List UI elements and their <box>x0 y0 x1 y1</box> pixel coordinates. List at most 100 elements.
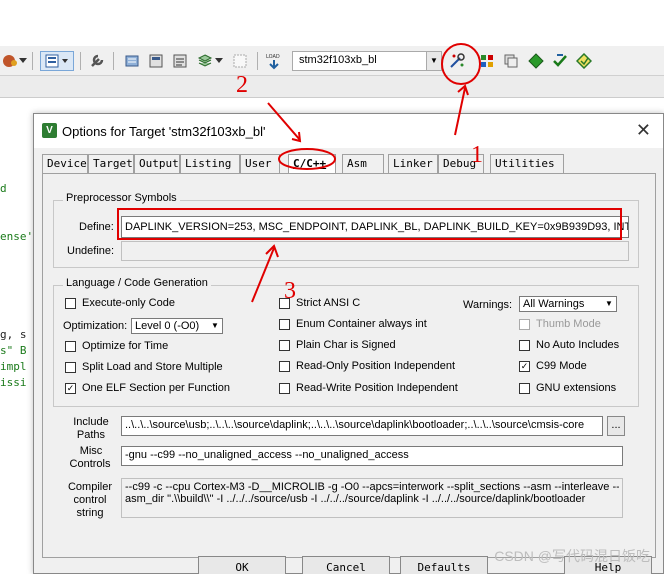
annotation-number: 3 <box>284 278 296 304</box>
batch-icon[interactable] <box>170 51 190 71</box>
optimize-time-checkbox[interactable]: Optimize for Time <box>65 340 168 352</box>
ok-button[interactable]: OK <box>198 556 286 574</box>
controls-label: Controls <box>69 458 111 470</box>
code-line: d <box>0 182 7 195</box>
cancel-button[interactable]: Cancel <box>302 556 390 574</box>
c99-mode-checkbox[interactable]: ✓ C99 Mode <box>519 360 587 372</box>
one-elf-checkbox[interactable]: ✓ One ELF Section per Function <box>65 382 230 394</box>
warnings-select[interactable]: All Warnings ▼ <box>519 296 617 312</box>
host-tabbar <box>0 76 664 98</box>
include-paths-input[interactable]: ..\..\..\source\usb;..\..\..\source\dapl… <box>121 416 603 436</box>
close-button[interactable]: ✕ <box>636 120 651 141</box>
dropdown-icon[interactable] <box>18 51 28 71</box>
checkbox-label: Plain Char is Signed <box>296 339 396 351</box>
warnings-value: All Warnings <box>523 298 585 310</box>
tab-target[interactable]: Target <box>88 154 134 174</box>
target-options-icon[interactable] <box>447 51 467 71</box>
enum-container-checkbox[interactable]: Enum Container always int <box>279 318 427 330</box>
misc-controls-input[interactable]: -gnu --c99 --no_unaligned_access --no_un… <box>121 446 623 466</box>
include-browse-button[interactable]: ... <box>607 416 625 436</box>
main-toolbar: LOAD stm32f103xb_bl ▼ <box>0 46 664 76</box>
svg-text:LOAD: LOAD <box>266 54 280 60</box>
preprocessor-legend: Preprocessor Symbols <box>63 192 180 204</box>
load-icon[interactable]: LOAD <box>264 51 284 71</box>
options-dialog: V Options for Target 'stm32f103xb_bl' ✕ … <box>33 113 664 574</box>
rebuild-icon[interactable] <box>146 51 166 71</box>
toolbar-separator <box>80 52 81 70</box>
rw-pi-checkbox[interactable]: Read-Write Position Independent <box>279 382 458 394</box>
compiler-line: asm_dir ".\\build\\" -I ../../../source/… <box>125 493 586 505</box>
chevron-down-icon[interactable]: ▼ <box>426 52 441 70</box>
tab-linker[interactable]: Linker <box>388 154 438 174</box>
watermark: CSDN @写代码混日饭吃 <box>494 548 650 564</box>
execute-only-checkbox[interactable]: Execute-only Code <box>65 297 175 309</box>
dropdown-icon[interactable] <box>214 51 224 71</box>
build-icon[interactable] <box>122 51 142 71</box>
code-line: s" B <box>0 344 27 357</box>
checkbox-label: Strict ANSI C <box>296 297 361 309</box>
defaults-button[interactable]: Defaults <box>400 556 488 574</box>
tab-utilities[interactable]: Utilities <box>490 154 564 174</box>
chevron-down-icon: ▼ <box>605 299 613 308</box>
checkbox-label: No Auto Includes <box>536 339 620 351</box>
checkbox-label: Optimize for Time <box>82 340 169 352</box>
code-line: issi <box>0 376 27 389</box>
pack-icon[interactable] <box>574 51 594 71</box>
tab-user[interactable]: User <box>240 154 280 174</box>
tab-listing[interactable]: Listing <box>180 154 240 174</box>
ro-pi-checkbox[interactable]: Read-Only Position Independent <box>279 360 455 372</box>
checkbox-label: One ELF Section per Function <box>82 382 230 394</box>
annotation-number: 1 <box>471 142 483 168</box>
blank-icon[interactable] <box>230 51 250 71</box>
split-load-checkbox[interactable]: Split Load and Store Multiple <box>65 361 223 373</box>
checkbox-label: Thumb Mode <box>536 318 601 330</box>
layout-icon[interactable] <box>40 51 74 71</box>
checkbox-box <box>279 339 290 351</box>
thumb-mode-checkbox[interactable]: Thumb Mode <box>519 318 601 330</box>
optimization-value: Level 0 (-O0) <box>135 320 200 332</box>
misc-label: Misc <box>79 445 103 457</box>
define-label: Define: <box>79 221 114 233</box>
compiler-control-string[interactable]: --c99 -c --cpu Cortex-M3 -D__MICROLIB -g… <box>121 478 623 518</box>
checkbox-box <box>279 318 290 330</box>
checkbox-box <box>65 361 76 373</box>
copy-icon[interactable] <box>501 51 521 71</box>
compiler-line: --c99 -c --cpu Cortex-M3 -D__MICROLIB -g… <box>125 481 619 493</box>
dialog-titlebar: V Options for Target 'stm32f103xb_bl' ✕ <box>34 114 663 148</box>
checkbox-label: C99 Mode <box>536 360 587 372</box>
check-mark-icon: ✓ <box>65 382 76 394</box>
tab-c-cpp[interactable]: C/C++ <box>288 154 336 174</box>
target-select-value: stm32f103xb_bl <box>299 54 377 66</box>
manage-icon[interactable] <box>477 51 497 71</box>
no-auto-includes-checkbox[interactable]: No Auto Includes <box>519 339 619 351</box>
tab-device[interactable]: Device <box>42 154 88 174</box>
checkbox-box <box>279 382 290 394</box>
check-icon[interactable] <box>550 51 570 71</box>
string-label: string <box>76 507 104 519</box>
checkbox-label: Enum Container always int <box>296 318 427 330</box>
optimization-select[interactable]: Level 0 (-O0) ▼ <box>131 318 223 334</box>
diamond-icon[interactable] <box>526 51 546 71</box>
annotation-number: 2 <box>236 72 248 98</box>
toolbar-separator <box>113 52 114 70</box>
tab-asm[interactable]: Asm <box>342 154 384 174</box>
options-icon[interactable] <box>0 51 20 71</box>
gnu-extensions-checkbox[interactable]: GNU extensions <box>519 382 616 394</box>
checkbox-label: GNU extensions <box>536 382 617 394</box>
checkbox-label: Read-Only Position Independent <box>296 360 455 372</box>
checkbox-label: Split Load and Store Multiple <box>82 361 223 373</box>
target-select[interactable]: stm32f103xb_bl ▼ <box>292 51 442 71</box>
code-line: ense' <box>0 230 34 243</box>
keil-icon: V <box>42 123 57 138</box>
dialog-title: Options for Target 'stm32f103xb_bl' <box>62 124 266 139</box>
chevron-down-icon: ▼ <box>211 321 219 330</box>
undefine-input[interactable] <box>121 241 629 261</box>
wrench-icon[interactable] <box>87 51 107 71</box>
stack-icon[interactable] <box>195 51 215 71</box>
define-input[interactable]: DAPLINK_VERSION=253, MSC_ENDPOINT, DAPLI… <box>121 216 629 238</box>
code-line: g, s <box>0 328 27 341</box>
tab-output[interactable]: Output <box>134 154 180 174</box>
plain-char-checkbox[interactable]: Plain Char is Signed <box>279 339 396 351</box>
code-line: impl <box>0 360 27 373</box>
checkbox-box <box>519 339 530 351</box>
